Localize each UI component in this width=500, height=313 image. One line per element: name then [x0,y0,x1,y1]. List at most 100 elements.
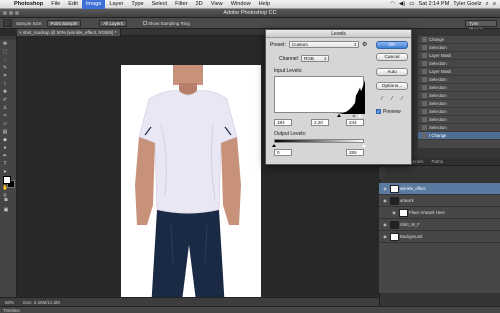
zoom-window-icon[interactable] [15,11,19,15]
layer-name[interactable]: artwork [400,198,414,203]
history-item[interactable]: Selection [418,92,500,100]
sample-layers-select[interactable]: All Layers [99,19,128,27]
options-button[interactable]: Options... [376,82,408,90]
history-brush-tool-icon[interactable]: ✑ [2,113,8,119]
history-item[interactable]: Layer Mask [418,68,500,76]
layer-name[interactable]: wrinkle_effect [400,186,426,191]
menu-window[interactable]: Window [227,0,255,9]
sample-size-select[interactable]: Point Sample [46,19,82,27]
eyedropper-tool-preset-icon[interactable] [3,19,12,27]
output-white-slider[interactable] [362,144,366,147]
history-item[interactable]: Selection [418,76,500,84]
clone-stamp-tool-icon[interactable]: ♙ [2,105,8,111]
visibility-eye-icon[interactable]: ◉ [382,186,388,191]
minimize-window-icon[interactable] [9,11,13,15]
quick-select-tool-icon[interactable]: ✎ [2,65,8,71]
preset-options-icon[interactable]: ⚙ [362,41,367,48]
menu-image[interactable]: Image [81,0,106,9]
gray-point-eyedropper-icon[interactable]: ⁄ [389,96,395,102]
menu-type[interactable]: Type [127,0,147,9]
menu-filter[interactable]: Filter [171,0,191,9]
layer-name[interactable]: Shirt_W_F [400,222,420,227]
layer-row[interactable]: ◉ wrinkle_effect [379,183,500,195]
visibility-eye-icon[interactable]: ◉ [382,222,388,227]
lasso-tool-icon[interactable]: ◌ [2,57,8,63]
menu-view[interactable]: View [207,0,227,9]
preset-select[interactable]: Custom ⇕ [289,41,359,48]
type-tool-icon[interactable]: T [2,161,8,167]
gradient-tool-icon[interactable]: ▤ [2,129,8,135]
visibility-eye-icon[interactable]: ◉ [391,210,397,215]
screen-mode-icon[interactable]: ▣ [3,207,9,213]
layer-row[interactable]: ◉ Shirt_W_F [379,219,500,231]
eyedropper-tool-icon[interactable]: ⅰ [2,81,8,87]
workspace-select[interactable]: Tyler (Basic) [465,20,497,32]
show-sampling-ring-option[interactable]: Show Sampling Ring [143,21,190,26]
history-item[interactable]: Selection [418,60,500,68]
crop-tool-icon[interactable]: ⌗ [2,73,8,79]
tab-paths[interactable]: Paths [428,158,448,165]
input-white-slider[interactable] [358,114,363,117]
layer-name[interactable]: Place Artwork Here [409,210,445,215]
history-item[interactable]: Change [418,36,500,44]
menu-select[interactable]: Select [148,0,172,9]
clock[interactable]: Sat 2:14 PM [419,0,450,9]
timeline-panel-bar[interactable]: Timeline [0,306,500,313]
visibility-eye-icon[interactable]: ◉ [382,198,388,203]
black-point-eyedropper-icon[interactable]: ⁄ [379,96,385,102]
history-item[interactable]: Selection [418,116,500,124]
menu-help[interactable]: Help [255,0,275,9]
show-sampling-ring-checkbox[interactable] [143,21,148,26]
layer-row[interactable]: ◉ Background [379,231,500,243]
layer-row[interactable]: ◉ artwork [379,195,500,207]
document-canvas[interactable] [121,65,261,309]
dodge-tool-icon[interactable]: ● [2,145,8,151]
preview-checkbox[interactable]: ✓ [376,109,381,114]
document-tab[interactable]: × shirt_mockup @ 50% (wrinkle_effect, RG… [17,29,122,36]
history-item[interactable]: Selection [418,100,500,108]
layer-name[interactable]: Background [400,234,422,239]
white-point-eyedropper-icon[interactable]: ⁄ [399,96,405,102]
move-tool-icon[interactable]: ✥ [2,41,8,47]
document-size[interactable]: Doc: 2.40M/11.5M [23,300,59,305]
input-black-slider[interactable] [336,114,341,117]
blur-tool-icon[interactable]: ◆ [2,137,8,143]
zoom-level[interactable]: 50% [5,300,14,305]
history-item[interactable]: Selection [418,108,500,116]
quick-mask-icon[interactable]: ◙ [3,197,9,203]
output-black-field[interactable]: 0 [274,149,292,156]
search-icon[interactable]: ⌕ [486,0,489,9]
output-white-field[interactable]: 255 [346,149,364,156]
healing-brush-tool-icon[interactable]: ✚ [2,89,8,95]
ok-button[interactable]: OK [376,41,408,49]
history-item[interactable]: I Change [418,132,500,140]
user-name[interactable]: Tyler Goelz [453,0,481,9]
battery-icon[interactable]: ▭ [409,0,414,9]
input-white-field[interactable]: 244 [346,119,364,126]
input-gamma-slider[interactable] [352,114,357,117]
history-item[interactable]: Layer Mask [418,52,500,60]
menu-photoshop[interactable]: Photoshop [10,0,47,9]
levels-dialog-title[interactable]: Levels [266,30,411,38]
input-gamma-field[interactable]: 2.20 [311,119,329,126]
list-icon[interactable]: ≡ [493,0,496,9]
visibility-eye-icon[interactable]: ◉ [382,234,388,239]
menu-file[interactable]: File [47,0,64,9]
pen-tool-icon[interactable]: ✒ [2,153,8,159]
auto-button[interactable]: Auto [376,68,408,76]
layer-row[interactable]: ◉ Place Artwork Here [379,207,500,219]
history-item[interactable]: Selection [418,84,500,92]
foreground-color-swatch[interactable] [3,176,11,184]
menu-layer[interactable]: Layer [105,0,127,9]
brush-tool-icon[interactable]: ✐ [2,97,8,103]
volume-icon[interactable]: ◀) [399,0,405,9]
cancel-button[interactable]: Cancel [376,53,408,61]
input-black-field[interactable]: 184 [274,119,292,126]
path-selection-tool-icon[interactable]: ➤ [2,169,8,175]
close-window-icon[interactable] [3,11,7,15]
channel-select[interactable]: RGB ⇕ [301,55,329,62]
menu-3d[interactable]: 3D [192,0,207,9]
output-black-slider[interactable] [272,144,276,147]
menu-edit[interactable]: Edit [64,0,82,9]
eraser-tool-icon[interactable]: ▱ [2,121,8,127]
